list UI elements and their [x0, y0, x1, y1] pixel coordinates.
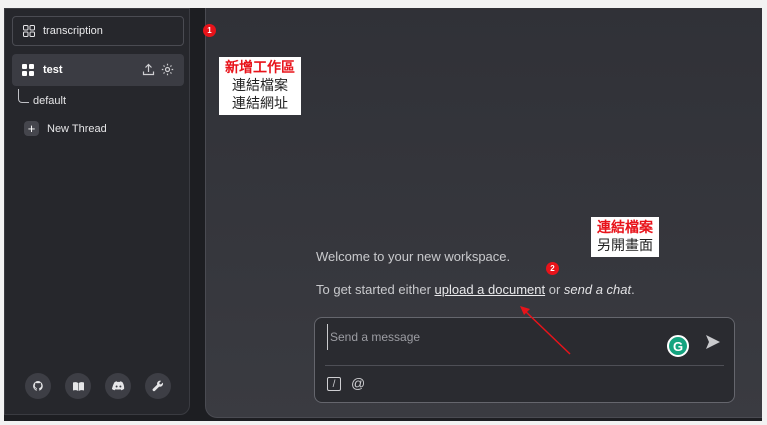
send-icon[interactable] [704, 333, 722, 351]
annotation-2-title: 連結檔案 [597, 220, 653, 236]
annotation-1-line: 連結檔案 [232, 78, 288, 94]
app-window: transcription test default + New Thread … [4, 8, 762, 421]
message-input[interactable] [327, 324, 662, 350]
grammarly-icon[interactable]: G [667, 335, 689, 357]
annotation-badge-2: 2 [546, 262, 559, 275]
gear-icon[interactable] [161, 63, 174, 76]
new-thread-button[interactable]: + New Thread [24, 121, 107, 136]
annotation-1-line: 連結網址 [232, 96, 288, 112]
workspace-name: test [43, 64, 63, 76]
workspace-search-button[interactable]: transcription [12, 16, 184, 46]
chat-composer: G / @ [314, 317, 735, 403]
get-started-text: To get started either upload a document … [316, 282, 635, 297]
welcome-text: Welcome to your new workspace. [316, 249, 511, 264]
sidebar-footer [25, 373, 171, 399]
plus-icon: + [24, 121, 39, 136]
annotation-box-1: 新增工作區 連結檔案 連結網址 [219, 57, 301, 115]
annotation-2-line: 另開畫面 [597, 238, 653, 254]
sidebar: transcription test default + New Thread [4, 8, 190, 415]
discord-icon[interactable] [105, 373, 131, 399]
thread-connector [18, 89, 29, 103]
annotation-badge-1: 1 [203, 24, 216, 37]
mention-button[interactable]: @ [351, 375, 365, 391]
upload-document-link[interactable]: upload a document [435, 282, 546, 297]
upload-icon[interactable] [142, 63, 155, 76]
new-thread-label: New Thread [47, 122, 107, 135]
slash-command-button[interactable]: / [327, 377, 341, 391]
workspace-search-label: transcription [43, 25, 103, 37]
composer-divider [325, 365, 724, 366]
thread-item-default[interactable]: default [33, 95, 66, 107]
wrench-icon[interactable] [145, 373, 171, 399]
send-chat-text: send a chat [563, 282, 632, 297]
workspace-item-test[interactable]: test [12, 54, 184, 86]
annotation-1-title: 新增工作區 [225, 60, 295, 76]
get-started-or: or [545, 282, 564, 297]
grid-icon [23, 25, 35, 37]
github-icon[interactable] [25, 373, 51, 399]
workspace-grid-icon [22, 64, 34, 76]
get-started-suffix: . [631, 282, 635, 297]
book-icon[interactable] [65, 373, 91, 399]
annotation-box-2: 連結檔案 另開畫面 [591, 217, 659, 257]
get-started-prefix: To get started either [316, 282, 435, 297]
